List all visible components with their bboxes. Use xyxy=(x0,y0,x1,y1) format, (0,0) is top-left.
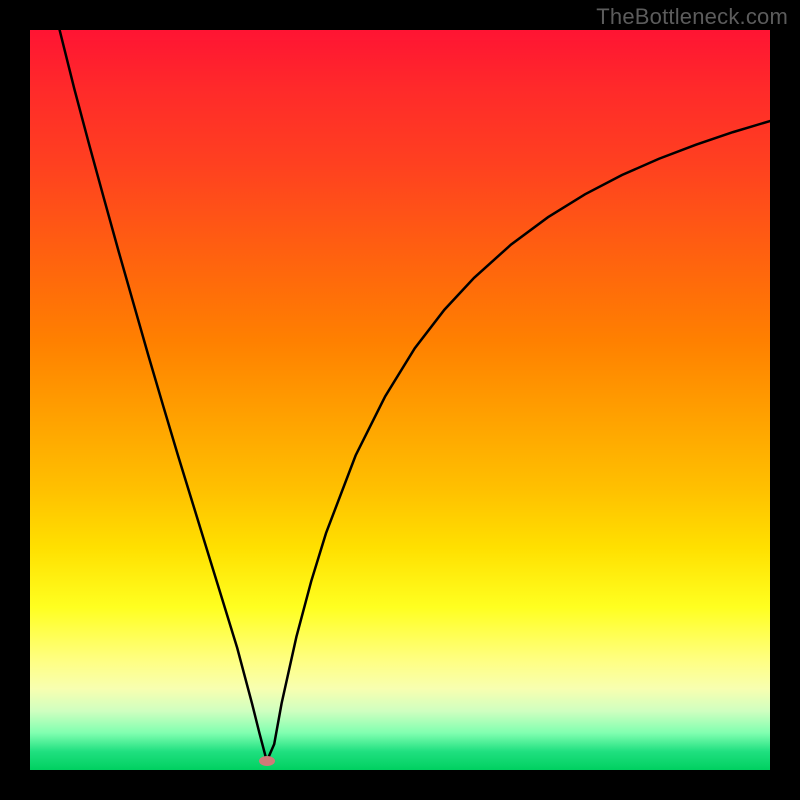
optimum-marker xyxy=(259,756,275,766)
bottleneck-curve xyxy=(60,30,770,761)
chart-container: TheBottleneck.com xyxy=(0,0,800,800)
curve-svg xyxy=(30,30,770,770)
attribution-text: TheBottleneck.com xyxy=(596,4,788,30)
